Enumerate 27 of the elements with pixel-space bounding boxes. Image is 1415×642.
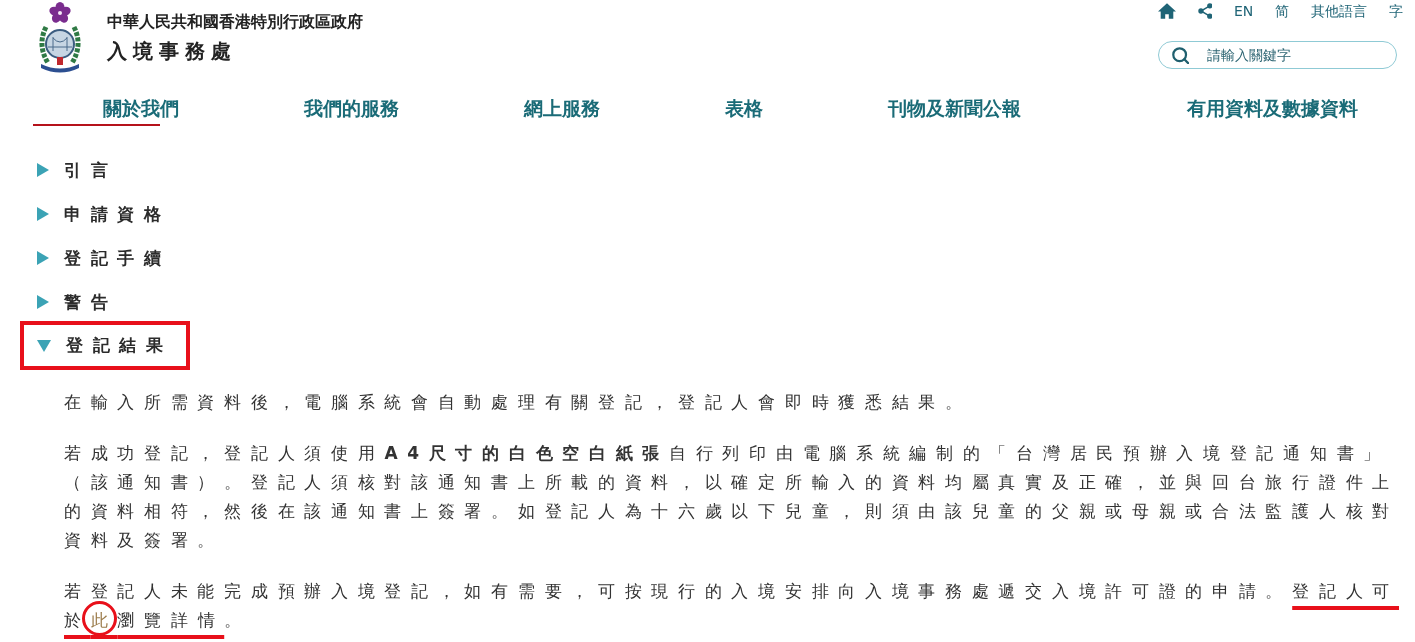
paragraph: 在輸入所需資料後，電腦系統會自動處理有關登記，登記人會即時獲悉結果。	[64, 391, 973, 414]
search-icon	[1172, 46, 1189, 64]
section-heading[interactable]: 登記結果	[37, 334, 172, 357]
nav-tab[interactable]: 表格	[725, 89, 763, 126]
section-heading[interactable]: 登記手續	[37, 246, 170, 270]
department-name: 入境事務處	[107, 38, 238, 64]
nav-tab[interactable]: 網上服務	[524, 89, 600, 126]
utility-link[interactable]: 其他語言	[1311, 1, 1368, 21]
share-icon[interactable]	[1198, 3, 1212, 19]
paragraph: 若登記人未能完成預辦入境登記，如有需要，可按現行的入境安排向入境事務處遞交入境許可證的申請。登記人可 於 此 瀏覽詳情。	[64, 577, 1400, 635]
section-heading[interactable]: 引言	[37, 158, 117, 182]
section-heading[interactable]: 申請資格	[37, 202, 170, 226]
government-name: 中華人民共和國香港特別行政區政府	[107, 13, 363, 31]
nav-tab[interactable]: 關於我們	[33, 89, 179, 126]
utility-link[interactable]: 字	[1389, 1, 1404, 21]
search-field[interactable]: 請輸入關鍵字	[1158, 41, 1397, 69]
underlined-text: 於	[64, 610, 91, 630]
link[interactable]: 此	[90, 610, 118, 630]
underlined-text: 瀏覽詳情	[117, 610, 225, 630]
nav-tab[interactable]: 刊物及新聞公報	[888, 89, 1021, 126]
nav-tab[interactable]: 有用資料及數據資料	[1187, 89, 1358, 126]
utility-link[interactable]: 简	[1275, 1, 1290, 21]
nav-tab[interactable]: 我們的服務	[304, 89, 399, 126]
underlined-text: 登記人可	[1292, 581, 1399, 601]
section-heading[interactable]: 警告	[37, 290, 117, 314]
utility-link[interactable]: EN	[1234, 1, 1254, 21]
home-icon[interactable]	[1158, 3, 1176, 19]
